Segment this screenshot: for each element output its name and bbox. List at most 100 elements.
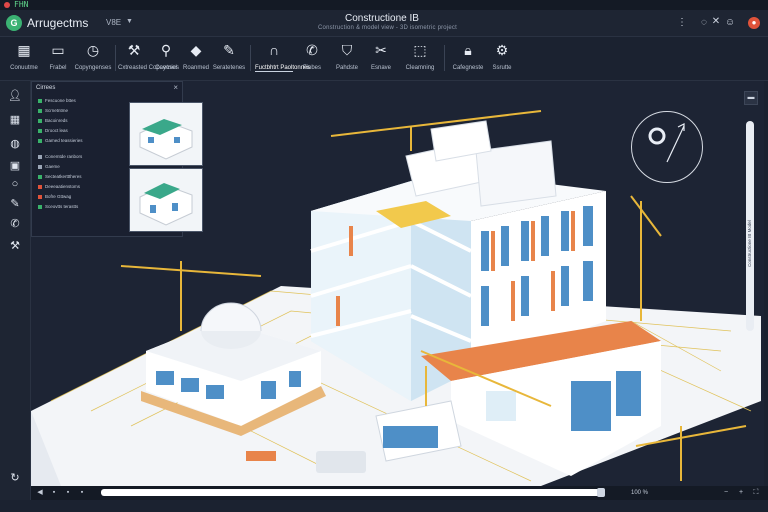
layer-item[interactable]: Secteatkertttheres — [38, 174, 82, 179]
chevron-down-icon[interactable]: ▼ — [126, 18, 133, 25]
circle-icon[interactable]: ○ — [8, 177, 22, 191]
document-icon: ▭ — [51, 42, 65, 58]
layer-thumbnail[interactable] — [129, 102, 203, 166]
edit-icon: ✎ — [223, 42, 235, 58]
view-compass-widget[interactable] — [631, 111, 703, 183]
record-icon[interactable]: ● — [748, 17, 760, 29]
title-text: FHN — [14, 0, 29, 9]
zoom-level: 100 % — [631, 490, 649, 496]
more-icon[interactable]: ⋮ — [676, 17, 688, 29]
layer-swatch — [38, 184, 42, 189]
zoom-out-icon[interactable]: − — [721, 487, 731, 499]
wrench-icon[interactable]: ⚒ — [8, 239, 22, 253]
app-name: Arrugectms — [27, 16, 89, 30]
layers-panel-title: Cirrees — [36, 85, 56, 91]
layer-item[interactable]: Scrnetntme — [38, 108, 68, 113]
ribbon-button-computer[interactable]: ▦ Conuutme — [8, 41, 40, 77]
layer-item[interactable]: Bofre Gttwag — [38, 194, 71, 199]
ribbon-button-fuctbhtrt[interactable]: ∩ Fuctbhtrt Paoltonnes — [255, 41, 310, 77]
ribbon-button-ssrutte[interactable]: ⚙ Ssrutte — [488, 41, 516, 77]
top-bar: G Arrugectms V8E ▼ Constructione IB Cons… — [0, 10, 768, 37]
globe-icon[interactable]: ◍ — [8, 137, 22, 151]
document-subtitle: Construction & model view - 3D isometric… — [318, 25, 457, 31]
pen-icon[interactable]: ✎ — [8, 197, 22, 211]
slider-handle[interactable] — [597, 488, 605, 497]
layer-item[interactable]: Sceovtts terastts — [38, 204, 78, 209]
document-title: Constructione IB — [345, 13, 419, 24]
vertical-scrollbar[interactable]: Constructione IB Model — [746, 121, 756, 441]
ribbon-button-pahdste[interactable]: ⛉ Pahdste — [332, 41, 362, 77]
layer-item[interactable]: Conemtde ranbors — [38, 154, 82, 159]
magnet-icon: ∩ — [268, 42, 280, 58]
app-logo-icon: G — [6, 15, 22, 31]
ribbon-separator — [115, 45, 116, 71]
layer-item[interactable]: Deeeaatienstoms — [38, 184, 80, 189]
back-icon[interactable]: ◀ — [35, 487, 45, 499]
layer-swatch — [38, 204, 42, 209]
left-tool-bar: 👤︎ ▦ ◍ ▣ ○ ✎ ✆ ⚒ ↻ — [0, 81, 31, 512]
layout-icon[interactable]: ▦ — [8, 113, 22, 127]
scrollbar-thumb[interactable]: Constructione IB Model — [746, 121, 754, 331]
help-icon[interactable]: ☺ — [724, 17, 736, 29]
close-dot-icon[interactable] — [4, 2, 10, 8]
ribbon-button-fiobes[interactable]: ✆ Fiobes — [298, 41, 326, 77]
version-selector[interactable]: V8E — [106, 18, 121, 27]
ribbon-separator — [250, 45, 251, 71]
ribbon-button-copyngenses[interactable]: ◷ Copyngenses — [74, 41, 112, 77]
layer-item[interactable]: Gamed teassieries — [38, 138, 83, 143]
layer-thumbnail[interactable] — [129, 168, 203, 232]
expand-icon[interactable]: ⛶ — [751, 487, 761, 499]
tag-icon: ⛉ — [341, 42, 353, 58]
ribbon-button-seratetenes[interactable]: ✎ Seratetenes — [212, 41, 246, 77]
zoom-in-icon[interactable]: + — [736, 487, 746, 499]
right-scroll-bar: ▬ Constructione IB Model — [740, 81, 768, 486]
layer-item[interactable]: Fescuone bttes — [38, 98, 76, 103]
layer-swatch — [38, 138, 42, 143]
layer-swatch — [38, 98, 42, 103]
ribbon-button-coyosel[interactable]: ⚲ Coyosel — [152, 41, 180, 77]
close-icon[interactable]: ✕ — [710, 16, 722, 28]
layer-swatch — [38, 194, 42, 199]
ribbon-toolbar: ▦ Conuutme ▭ Frabel ◷ Copyngenses ⚒ Cxtr… — [0, 37, 768, 81]
timeline-slider[interactable] — [101, 489, 601, 496]
layer-item[interactable]: Bacoinreds — [38, 118, 68, 123]
box-icon: ⬚ — [413, 42, 427, 58]
layer-swatch — [38, 154, 42, 159]
title-bar: FHN — [0, 0, 768, 10]
scissors-icon: ✂ — [375, 42, 387, 58]
square-icon[interactable]: ▪ — [49, 487, 59, 499]
user-icon[interactable]: 👤︎ — [8, 89, 22, 103]
ribbon-button-roanmed[interactable]: ◆ Roanmed — [182, 41, 210, 77]
ribbon-button-cleamning[interactable]: ⬚ Cleamning — [400, 41, 440, 77]
ribbon-button-cafegneste[interactable]: 🔒︎ Cafegneste — [450, 41, 486, 77]
chat-icon[interactable]: ◌ — [698, 17, 710, 29]
grid-icon: ▦ — [17, 42, 31, 58]
layer-swatch — [38, 128, 42, 133]
phone-icon: ✆ — [306, 42, 318, 58]
ribbon-button-frabel[interactable]: ▭ Frabel — [44, 41, 72, 77]
square-icon[interactable]: ▪ — [63, 487, 73, 499]
ribbon-button-cxtreasted[interactable]: ⚒ Cxtreasted Copaetnies — [118, 41, 179, 77]
layer-swatch — [38, 108, 42, 113]
ribbon-button-esnave[interactable]: ✂ Esnave — [366, 41, 396, 77]
phone-icon[interactable]: ✆ — [8, 217, 22, 231]
layer-item[interactable]: Drooct leas — [38, 128, 68, 133]
refresh-icon[interactable]: ↻ — [8, 471, 22, 485]
status-bar: ◀ ▪ ▪ ▪ 100 % − + ⛶ — [31, 486, 768, 500]
layers-panel: Cirrees × Fescuone bttes Scrnetntme Baco… — [31, 81, 203, 237]
layer-item[interactable]: Gaeme — [38, 164, 60, 169]
pin-icon: ⚲ — [160, 42, 172, 58]
diamond-icon: ◆ — [190, 42, 202, 58]
camera-icon[interactable]: ▣ — [8, 159, 22, 173]
layer-swatch — [38, 174, 42, 179]
clock-icon: ◷ — [86, 42, 100, 58]
ribbon-separator — [444, 45, 445, 71]
collapse-button[interactable]: ▬ — [744, 91, 758, 105]
close-icon[interactable]: × — [173, 83, 178, 92]
rightbar-label: Constructione IB Model — [746, 220, 752, 267]
settings-icon: ⚙ — [495, 42, 509, 58]
square-icon[interactable]: ▪ — [77, 487, 87, 499]
bottom-strip — [0, 500, 768, 512]
layer-swatch — [38, 118, 42, 123]
layer-swatch — [38, 164, 42, 169]
